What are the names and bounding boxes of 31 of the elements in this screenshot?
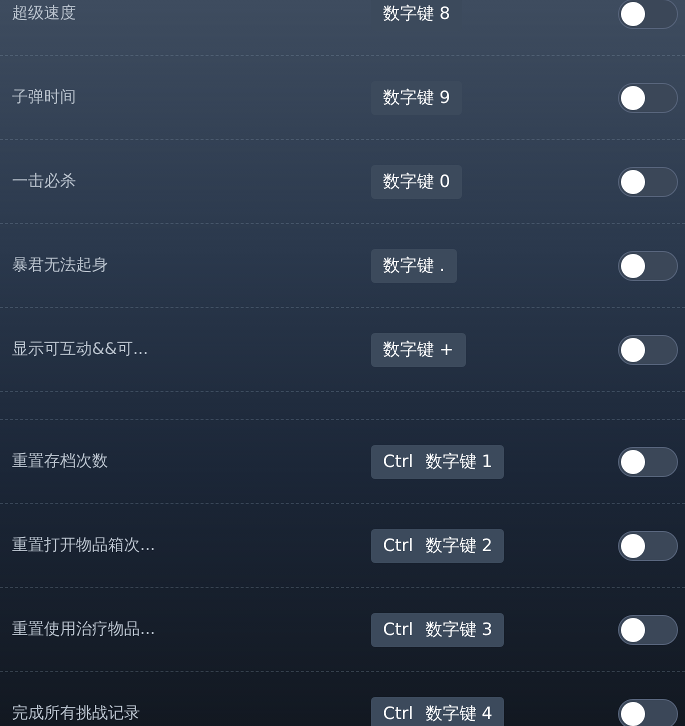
key-label: 数字键 . [383,254,445,276]
toggle-switch[interactable] [618,250,678,280]
key-label: Ctrl [383,702,414,724]
option-label: 重置打开物品箱次... [12,535,156,556]
toggle-switch[interactable] [618,614,678,644]
toggle-switch[interactable] [618,166,678,196]
key-label: 数字键 8 [383,2,450,24]
toggle-switch[interactable] [618,0,678,28]
option-label: 完成所有挑战记录 [12,703,141,724]
option-label: 重置使用治疗物品... [12,619,156,640]
option-label: 子弹时间 [12,87,77,108]
option-label: 暴君无法起身 [12,255,109,276]
key-label: 数字键 0 [383,170,450,192]
option-label: 一击必杀 [12,171,77,192]
key-label: 数字键 3 [425,618,492,640]
key-label: 数字键 1 [425,450,492,472]
option-label: 显示可互动&&可... [12,339,150,360]
toggle-switch[interactable] [618,446,678,476]
key-label: 数字键 2 [425,534,492,556]
key-label: 数字键 4 [425,702,492,724]
key-label: Ctrl [383,534,414,556]
toggle-switch[interactable] [618,82,678,112]
toggle-switch[interactable] [618,334,678,364]
toggle-switch[interactable] [618,530,678,560]
key-label: Ctrl [383,450,414,472]
option-label: 超级速度 [12,3,77,24]
key-label: 数字键 + [383,338,454,360]
key-label: 数字键 9 [383,86,450,108]
option-label: 重置存档次数 [12,451,109,472]
toggle-switch[interactable] [618,698,678,726]
key-label: Ctrl [383,618,414,640]
